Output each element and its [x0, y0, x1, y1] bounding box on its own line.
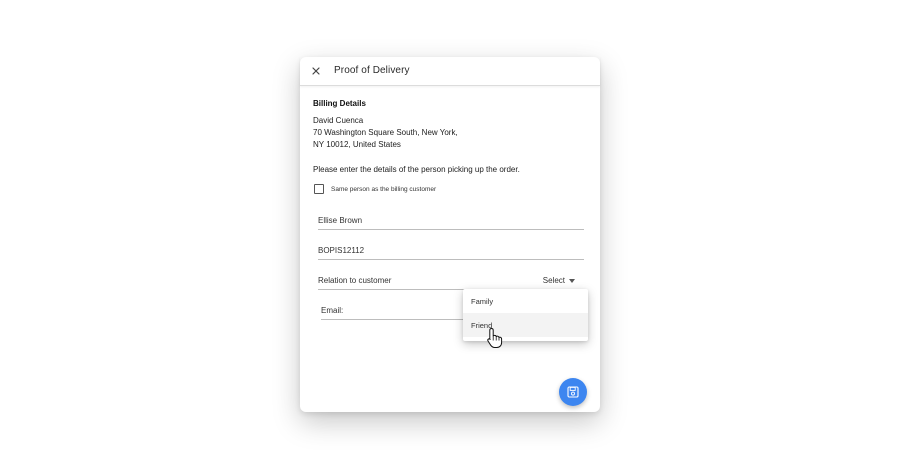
order-number-field[interactable]: BOPIS12112	[318, 241, 584, 260]
same-person-checkbox-row[interactable]: Same person as the billing customer	[314, 184, 436, 194]
email-label: Email:	[321, 306, 344, 315]
same-person-label: Same person as the billing customer	[331, 185, 437, 193]
screen: Proof of Delivery Billing Details David …	[0, 0, 900, 470]
pickup-name-field[interactable]: Ellise Brown	[318, 211, 584, 230]
relation-select-value: Select	[542, 276, 565, 285]
chevron-down-icon	[569, 278, 575, 283]
dropdown-option-friend[interactable]: Friend	[463, 313, 588, 337]
save-button[interactable]	[559, 378, 587, 406]
same-person-checkbox[interactable]	[314, 184, 324, 194]
email-field[interactable]: Email:	[321, 301, 466, 320]
close-icon[interactable]	[310, 64, 322, 76]
proof-of-delivery-dialog: Proof of Delivery Billing Details David …	[300, 57, 600, 412]
pickup-instructions: Please enter the details of the person p…	[313, 165, 520, 174]
relation-to-customer-select[interactable]: Relation to customer Select	[318, 271, 584, 290]
save-icon	[567, 386, 579, 398]
dialog-title: Proof of Delivery	[334, 65, 410, 76]
relation-select-trigger[interactable]: Select	[543, 276, 575, 285]
relation-dropdown-menu: Family Friend	[463, 289, 588, 341]
billing-name: David Cuenca	[313, 116, 364, 125]
relation-label: Relation to customer	[318, 276, 392, 285]
dialog-header: Proof of Delivery	[300, 57, 600, 86]
billing-address-line-2: NY 10012, United States	[313, 140, 401, 149]
billing-address-line-1: 70 Washington Square South, New York,	[313, 128, 458, 137]
billing-details-heading: Billing Details	[313, 99, 366, 108]
dropdown-option-family[interactable]: Family	[463, 289, 588, 313]
order-number-value: BOPIS12112	[318, 246, 365, 255]
pickup-name-value: Ellise Brown	[318, 216, 363, 225]
